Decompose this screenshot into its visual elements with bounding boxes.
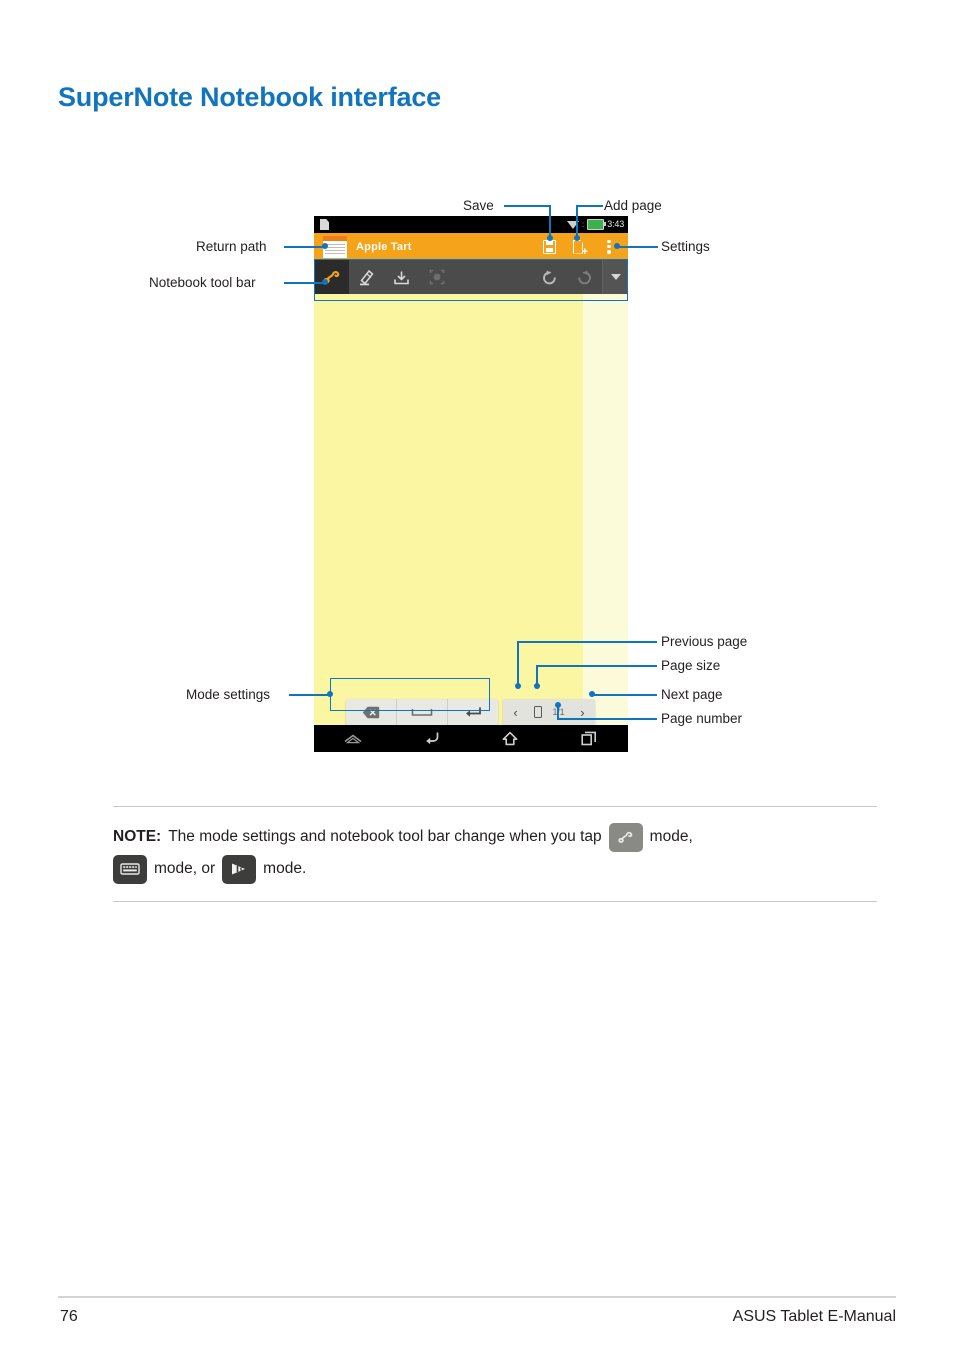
leader-line-page-size-v [536, 665, 538, 685]
page-size-button[interactable] [533, 706, 542, 718]
leader-line-next-page [593, 694, 657, 696]
back-button[interactable] [393, 725, 472, 752]
leader-line-mode-settings [289, 694, 331, 696]
next-page-button[interactable]: › [575, 706, 589, 719]
leader-dot-previous-page [515, 683, 521, 689]
leader-line-return-path [284, 246, 326, 248]
footer-manual-title: ASUS Tablet E-Manual [732, 1308, 896, 1325]
callout-notebook-tool-bar: Notebook tool bar [149, 275, 256, 290]
save-icon [542, 239, 556, 254]
notebook-page-area[interactable] [314, 294, 583, 725]
battery-icon [587, 219, 607, 230]
highlight-box-toolbar [314, 259, 628, 301]
note-line-2: mode, or mode. [113, 853, 877, 885]
home-icon [502, 731, 518, 746]
callout-next-page: Next page [661, 687, 723, 702]
callout-add-page: Add page [604, 198, 662, 213]
previous-page-button[interactable]: ‹ [509, 706, 523, 719]
keyboard-mode-chip[interactable] [113, 854, 147, 884]
hide-navbar-button[interactable] [314, 725, 393, 752]
notebook-canvas[interactable]: ‹ 1/1 › [314, 294, 628, 725]
add-page-icon [573, 240, 588, 258]
callout-return-path: Return path [196, 239, 267, 254]
callout-page-size: Page size [661, 658, 721, 673]
note-text-part4: mode. [263, 860, 307, 877]
highlight-box-mode-settings [330, 678, 490, 711]
keyboard-mode-icon [120, 863, 140, 875]
recent-apps-icon [581, 731, 596, 746]
note-line-1: NOTE: The mode settings and notebook too… [113, 821, 877, 853]
leader-dot-save [547, 235, 553, 241]
brush-mode-icon [232, 863, 246, 875]
leader-dot-add-page [574, 235, 580, 241]
note-text-part2: mode, [649, 828, 693, 845]
callout-save: Save [463, 198, 494, 213]
supernote-interface-figure: : 3:43 Apple Tart + ‹ › Return path Note… [0, 0, 954, 790]
note-label: NOTE: [113, 828, 162, 845]
leader-dot-return-path [322, 243, 328, 249]
leader-line-settings [618, 246, 658, 248]
note-text-part1: The mode settings and notebook tool bar … [168, 828, 602, 845]
leader-line-save-v [549, 205, 551, 237]
scribble-mode-icon [618, 831, 633, 843]
callout-settings: Settings [661, 239, 710, 254]
leader-line-add-page-v [576, 205, 578, 237]
leader-line-add-page-h [576, 205, 603, 207]
android-navigation-bar [314, 725, 628, 752]
callout-page-number: Page number [661, 711, 743, 726]
notebook-name-label: Apple Tart [356, 240, 412, 253]
footer-page-number: 76 [60, 1308, 78, 1325]
signal-dots-icon: : [582, 219, 585, 229]
brush-mode-chip[interactable] [222, 854, 257, 884]
notebook-title-bar: Apple Tart [314, 233, 628, 260]
leader-line-previous-page-v [517, 641, 519, 685]
android-status-bar: : 3:43 [314, 216, 628, 233]
scribble-mode-chip[interactable] [608, 822, 643, 852]
document-icon [320, 219, 329, 230]
note-text-part3: mode, or [154, 860, 216, 877]
callout-mode-settings: Mode settings [186, 687, 271, 702]
hide-navbar-icon [344, 734, 362, 744]
leader-dot-page-size [534, 683, 540, 689]
home-button[interactable] [471, 725, 550, 752]
leader-dot-settings [614, 243, 620, 249]
note-block: NOTE: The mode settings and notebook too… [113, 806, 877, 902]
footer-divider [58, 1296, 896, 1298]
recent-apps-button[interactable] [550, 725, 629, 752]
page-navigation-bar: ‹ 1/1 › [503, 699, 595, 725]
back-icon [425, 732, 439, 745]
leader-dot-page-number [555, 702, 561, 708]
leader-line-page-number-h [557, 718, 657, 720]
settings-icon [607, 239, 611, 254]
leader-dot-next-page [589, 691, 595, 697]
leader-line-previous-page-h [517, 641, 657, 643]
leader-line-page-size-h [536, 665, 657, 667]
status-bar-clock: 3:43 [607, 219, 624, 229]
callout-previous-page: Previous page [661, 634, 748, 649]
leader-line-save-h [504, 205, 551, 207]
